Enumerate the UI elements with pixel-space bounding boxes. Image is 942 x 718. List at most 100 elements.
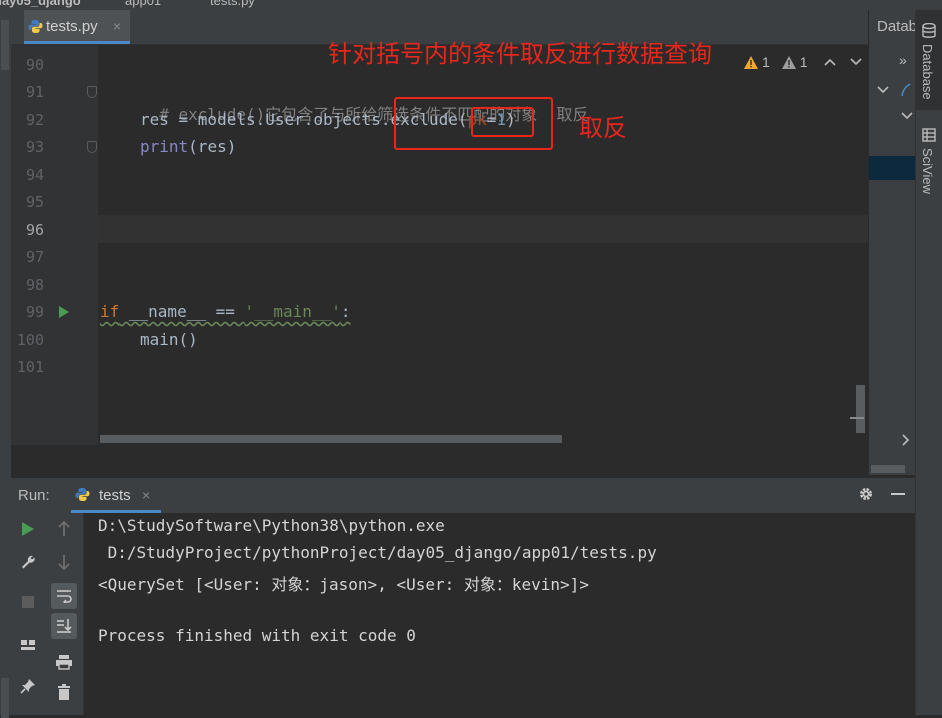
python-file-icon (28, 20, 43, 33)
console-line: D:\StudySoftware\Python38\python.exe (98, 516, 445, 535)
run-toolbar (11, 513, 84, 715)
code-token: __name__ == (119, 302, 245, 321)
chevron-right-icon[interactable] (902, 434, 910, 446)
editor-gutter (11, 45, 98, 445)
scroll-up-button[interactable] (51, 516, 77, 542)
run-tab-tests[interactable]: tests × (71, 478, 161, 513)
rerun-button[interactable] (15, 516, 41, 542)
chevron-down-icon[interactable] (901, 112, 913, 120)
arrow-down-icon (58, 555, 70, 570)
run-tab-label: tests (99, 487, 131, 504)
run-label: Run: (18, 487, 50, 504)
line-number: 99 (25, 303, 44, 321)
modify-run-config-button[interactable] (15, 549, 41, 575)
soft-wrap-icon (57, 590, 72, 603)
tab-tests-py[interactable]: tests.py × (24, 10, 130, 44)
run-panel-header: Run: tests × (11, 478, 915, 513)
pin-tab-button[interactable] (15, 673, 41, 699)
breadcrumb-file[interactable]: tests.py (210, 0, 255, 8)
line-number: 98 (25, 276, 44, 294)
sciview-tool-button[interactable]: SciView (916, 122, 942, 207)
selected-tree-row[interactable] (869, 156, 916, 180)
scroll-down-button[interactable] (51, 549, 77, 575)
annotation-label: 取反 (579, 114, 627, 142)
line-number: 101 (16, 358, 44, 376)
database-panel: Datab » (868, 10, 918, 475)
minimize-icon[interactable] (891, 493, 905, 495)
code-token: main() (140, 330, 198, 349)
soft-wrap-button[interactable] (51, 583, 77, 609)
scroll-to-end-icon (57, 619, 72, 633)
line-number: 91 (25, 83, 44, 101)
code-line-93: print(res) (140, 137, 236, 156)
chevron-down-icon[interactable] (850, 58, 862, 66)
datasource-icon (901, 83, 911, 97)
console-line: Process finished with exit code 0 (98, 626, 416, 645)
scroll-marker (850, 417, 864, 419)
expand-chevron-icon[interactable] (877, 86, 889, 94)
breadcrumb-folder[interactable]: app01 (125, 0, 161, 8)
restore-layout-button[interactable] (15, 631, 41, 657)
wrench-icon (22, 555, 35, 569)
python-run-icon (75, 488, 90, 501)
trash-icon (58, 684, 70, 700)
gear-icon[interactable] (858, 486, 874, 502)
database-icon (922, 23, 936, 38)
line-number: 94 (25, 166, 44, 184)
warning-icon (744, 55, 758, 69)
print-button[interactable] (51, 649, 77, 675)
tab-label: tests.py (46, 18, 98, 35)
scroll-to-end-button[interactable] (51, 613, 77, 639)
code-line-99: if __name__ == '__main__': (100, 302, 350, 321)
database-tool-button[interactable]: Database (916, 10, 942, 110)
chevron-up-icon[interactable] (824, 58, 836, 66)
layout-icon (21, 640, 35, 650)
run-gutter-icon[interactable] (58, 305, 70, 319)
database-tool-label: Database (920, 44, 935, 100)
console-line: <QuerySet [<User: 对象：jason>, <User: 对象：k… (98, 575, 589, 594)
annotation-title: 针对括号内的条件取反进行数据查询 (328, 40, 712, 68)
weak-warning-count: 1 (799, 54, 808, 70)
warning-count: 1 (762, 54, 770, 70)
stop-button[interactable] (15, 589, 41, 615)
fold-marker-icon[interactable] (87, 86, 97, 98)
overflow-icon[interactable]: » (899, 52, 907, 68)
line-number: 97 (25, 248, 44, 266)
run-tab-close-icon[interactable]: × (142, 487, 150, 503)
line-number: 90 (25, 56, 44, 74)
arrow-up-icon (58, 521, 70, 536)
breadcrumb-project[interactable]: day05_django (0, 0, 81, 8)
project-tool-button[interactable] (1, 20, 9, 70)
current-line-highlight (98, 215, 868, 243)
line-number: 93 (25, 138, 44, 156)
right-tool-strip: Database SciView (915, 10, 942, 715)
code-string: '__main__' (244, 302, 341, 321)
horizontal-scrollbar[interactable] (100, 435, 562, 443)
vertical-scrollbar[interactable] (856, 385, 865, 433)
printer-icon (56, 655, 72, 670)
code-token: (res) (188, 137, 237, 156)
sciview-icon (922, 128, 936, 142)
database-panel-title: Datab (877, 18, 918, 35)
line-number: 92 (25, 111, 44, 129)
line-number-current: 96 (25, 221, 44, 239)
clear-all-button[interactable] (51, 679, 77, 705)
weak-warning-icon (781, 55, 796, 69)
play-icon (22, 522, 34, 536)
line-number: 100 (16, 331, 44, 349)
code-line-100: main() (140, 330, 198, 349)
breadcrumb: day05_django app01 tests.py (0, 0, 942, 10)
code-keyword: if (100, 302, 120, 321)
fold-marker-icon[interactable] (87, 141, 97, 153)
sciview-tool-label: SciView (920, 148, 935, 195)
panel-scrollbar[interactable] (871, 465, 905, 473)
code-builtin: print (140, 137, 189, 156)
line-number: 95 (25, 193, 44, 211)
structure-tool-button[interactable] (1, 678, 9, 718)
pin-icon (20, 679, 35, 694)
tab-close-icon[interactable]: × (113, 18, 121, 34)
annotation-box-inner (471, 107, 534, 137)
console-line: D:/StudyProject/pythonProject/day05_djan… (98, 543, 657, 562)
inspections-widget[interactable]: 1 1 (744, 53, 862, 71)
stop-icon (22, 596, 34, 608)
